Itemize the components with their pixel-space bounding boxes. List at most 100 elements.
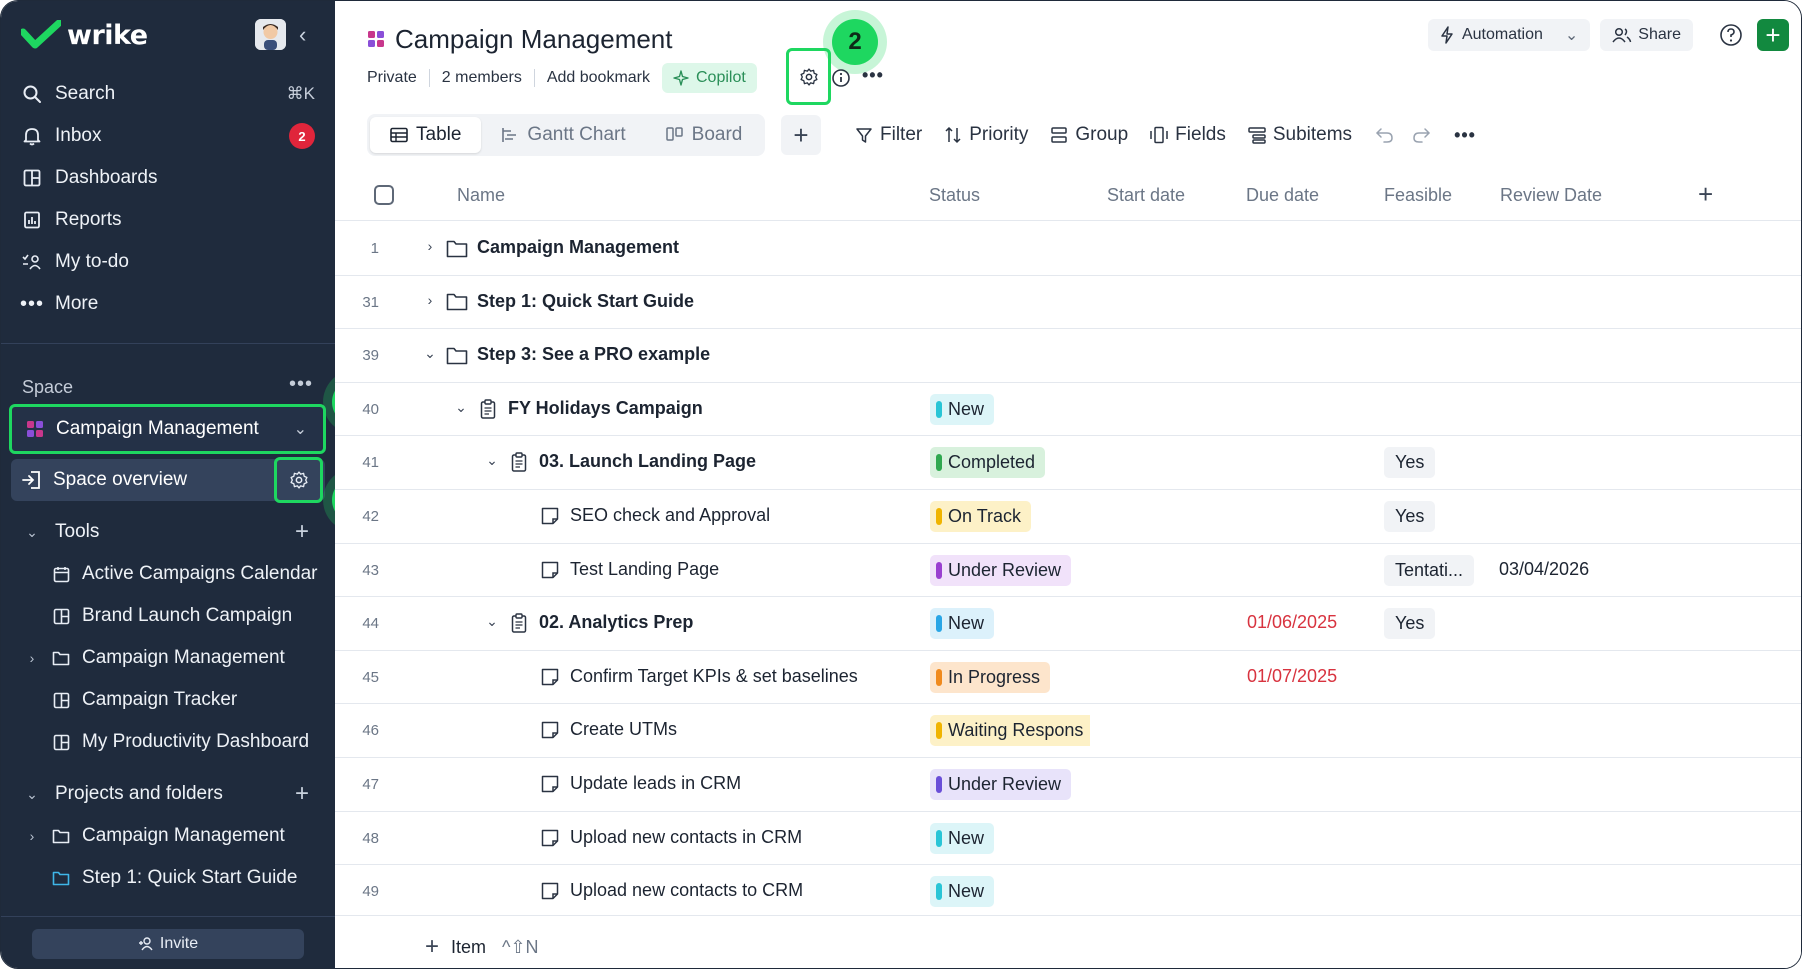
table-row[interactable]: 43 Test Landing Page Under Review Tentati..… [335, 544, 1801, 598]
page-title[interactable]: Campaign Management [395, 24, 673, 55]
add-item-button[interactable]: + Item ^⇧N [425, 933, 539, 961]
automation-button[interactable]: Automation ⌄ [1427, 19, 1591, 51]
review-date[interactable]: 03/04/2026 [1499, 559, 1589, 580]
collapse-sidebar-icon[interactable]: ‹ [299, 23, 319, 47]
chevron-down-icon[interactable]: ⌄ [484, 613, 500, 630]
filter-button[interactable]: Filter [855, 124, 922, 146]
item-name[interactable]: 02. Analytics Prep [539, 612, 693, 633]
status-badge[interactable]: In Progress [930, 661, 1051, 693]
help-icon[interactable] [1719, 23, 1743, 47]
table-row[interactable]: 46 Create UTMs Waiting Respons [335, 704, 1801, 758]
create-new-button[interactable]: + [1757, 19, 1789, 51]
status-badge[interactable]: New [930, 393, 995, 425]
space-settings-button[interactable] [274, 457, 323, 503]
chevron-right-icon[interactable]: › [21, 650, 43, 666]
chevron-down-icon[interactable]: ⌄ [453, 399, 469, 416]
tools-section[interactable]: ⌄ Tools + [11, 511, 325, 553]
subitems-button[interactable]: Subitems [1248, 124, 1352, 146]
tab-gantt-chart[interactable]: Gantt Chart [481, 117, 645, 153]
copilot-button[interactable]: Copilot [662, 63, 757, 93]
feasible-chip[interactable]: Yes [1384, 447, 1436, 479]
nav-dashboards[interactable]: Dashboards [11, 157, 325, 199]
column-name[interactable]: Name [457, 185, 505, 206]
nav-my-todo[interactable]: My to-do [11, 241, 325, 283]
column-status[interactable]: Status [929, 185, 980, 206]
more-options-icon[interactable]: ••• [862, 65, 884, 86]
tree-item-active-campaigns-calendar[interactable]: Active Campaigns Calendar [11, 553, 325, 595]
group-button[interactable]: Group [1050, 124, 1128, 146]
status-badge[interactable]: New [930, 822, 995, 854]
status-badge[interactable]: Under Review [930, 768, 1072, 800]
tab-board[interactable]: Board [646, 117, 763, 153]
tab-table[interactable]: Table [370, 117, 482, 153]
feasible-chip[interactable]: Yes [1384, 500, 1436, 532]
table-row[interactable]: 40 ⌄ FY Holidays Campaign New [335, 383, 1801, 437]
chevron-down-icon[interactable]: ⌄ [484, 452, 500, 469]
redo-icon[interactable] [1412, 126, 1432, 144]
item-name[interactable]: Step 1: Quick Start Guide [477, 291, 694, 312]
status-badge[interactable]: New [930, 876, 995, 908]
nav-search[interactable]: Search ⌘K [11, 73, 325, 115]
column-review-date[interactable]: Review Date [1500, 185, 1602, 206]
chevron-right-icon[interactable]: › [422, 292, 438, 308]
due-date[interactable]: 01/07/2025 [1247, 666, 1337, 687]
space-selector[interactable]: Campaign Management ⌄ [9, 404, 326, 454]
members-link[interactable]: 2 members [442, 69, 522, 87]
tree-item-my-productivity-dashboard[interactable]: My Productivity Dashboard [11, 721, 325, 763]
table-row[interactable]: 42 SEO check and Approval On Track Yes [335, 490, 1801, 544]
chevron-down-icon[interactable]: ⌄ [1565, 25, 1578, 45]
project-settings-button[interactable] [786, 48, 831, 105]
item-name[interactable]: 03. Launch Landing Page [539, 451, 756, 472]
table-row[interactable]: 49 Upload new contacts to CRM New [335, 865, 1801, 919]
table-row[interactable]: 48 Upload new contacts in CRM New [335, 812, 1801, 866]
chevron-right-icon[interactable]: › [422, 238, 438, 254]
item-name[interactable]: Campaign Management [477, 237, 679, 258]
add-tool-icon[interactable]: + [295, 518, 309, 546]
space-more-icon[interactable]: ••• [289, 373, 313, 396]
column-due-date[interactable]: Due date [1246, 185, 1319, 206]
tree-item-campaign-tracker[interactable]: Campaign Tracker [11, 679, 325, 721]
toolbar-more-icon[interactable]: ••• [1454, 125, 1476, 146]
item-name[interactable]: Upload new contacts in CRM [570, 827, 802, 848]
nav-inbox[interactable]: Inbox 2 [11, 115, 325, 157]
table-row[interactable]: 41 ⌄ 03. Launch Landing Page Completed Yes [335, 436, 1801, 490]
status-badge[interactable]: Under Review [930, 554, 1072, 586]
share-button[interactable]: Share [1600, 19, 1693, 51]
table-row[interactable]: 31 › Step 1: Quick Start Guide [335, 276, 1801, 330]
tree-item-brand-launch-campaign[interactable]: Brand Launch Campaign [11, 595, 325, 637]
column-feasible[interactable]: Feasible [1384, 185, 1452, 206]
select-all-checkbox[interactable] [374, 185, 394, 205]
item-name[interactable]: Confirm Target KPIs & set baselines [570, 666, 858, 687]
nav-reports[interactable]: Reports [11, 199, 325, 241]
table-row[interactable]: 47 Update leads in CRM Under Review [335, 758, 1801, 812]
item-name[interactable]: Step 3: See a PRO example [477, 344, 710, 365]
add-project-icon[interactable]: + [295, 780, 309, 808]
due-date[interactable]: 01/06/2025 [1247, 612, 1337, 633]
status-badge[interactable]: New [930, 608, 995, 640]
status-badge[interactable]: Completed [930, 447, 1046, 479]
priority-button[interactable]: Priority [944, 124, 1028, 146]
column-start-date[interactable]: Start date [1107, 185, 1185, 206]
add-view-button[interactable]: + [781, 115, 821, 155]
tree-item-campaign-management[interactable]: › Campaign Management [11, 637, 325, 679]
table-row[interactable]: 39 ⌄ Step 3: See a PRO example [335, 329, 1801, 383]
tree-item-step-1-quick-start-guide[interactable]: Step 1: Quick Start Guide [11, 857, 325, 899]
nav-more[interactable]: ••• More [11, 283, 325, 325]
item-name[interactable]: Test Landing Page [570, 559, 719, 580]
undo-icon[interactable] [1374, 126, 1394, 144]
avatar[interactable] [255, 19, 286, 50]
item-name[interactable]: Update leads in CRM [570, 773, 741, 794]
invite-button[interactable]: Invite [32, 929, 304, 959]
item-name[interactable]: Create UTMs [570, 719, 677, 740]
wrike-logo[interactable]: wrike [21, 17, 148, 53]
privacy-label[interactable]: Private [367, 69, 417, 87]
table-row[interactable]: 1 › Campaign Management [335, 222, 1801, 276]
status-badge[interactable]: Waiting Respons [930, 715, 1090, 747]
table-row[interactable]: 44 ⌄ 02. Analytics Prep New 01/06/2025 Yes [335, 597, 1801, 651]
info-icon[interactable] [831, 68, 851, 88]
tree-item-campaign-management-folder[interactable]: › Campaign Management [11, 815, 325, 857]
table-row[interactable]: 45 Confirm Target KPIs & set baselines In … [335, 651, 1801, 705]
status-badge[interactable]: On Track [930, 500, 1032, 532]
feasible-chip[interactable]: Yes [1384, 608, 1436, 640]
item-name[interactable]: Upload new contacts to CRM [570, 880, 803, 901]
